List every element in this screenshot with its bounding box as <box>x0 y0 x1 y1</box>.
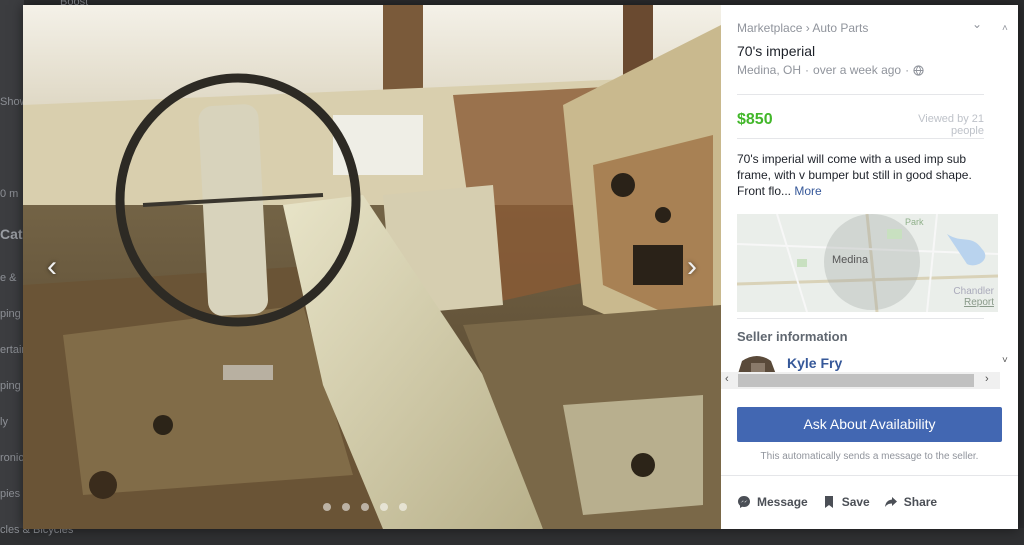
scroll-left-icon[interactable]: ‹ <box>725 373 729 385</box>
chevron-down-icon[interactable]: ⌄ <box>972 17 982 31</box>
divider <box>737 318 984 319</box>
background-text: ly <box>0 416 8 428</box>
background-text: ping <box>0 308 21 320</box>
photo-dot[interactable] <box>323 503 331 511</box>
next-photo-button[interactable]: › <box>677 250 707 284</box>
chevron-left-icon: ‹ <box>47 250 57 283</box>
meta-separator: · <box>905 63 910 77</box>
share-icon <box>884 497 897 507</box>
globe-icon <box>913 64 924 76</box>
bookmark-icon <box>824 496 833 508</box>
divider <box>721 475 1018 476</box>
photo-dot[interactable] <box>380 503 388 511</box>
more-link[interactable]: More <box>794 184 821 198</box>
background-bottom-strip: cles & Bicycles <box>0 524 1024 545</box>
map-report-link[interactable]: Report <box>964 297 994 308</box>
scroll-right-icon[interactable]: › <box>985 373 989 385</box>
scroll-down-icon[interactable]: ˅ <box>1002 355 1008 366</box>
action-bar: Message Save Share <box>737 495 937 509</box>
scroll-up-icon[interactable]: ˄ <box>1002 23 1008 34</box>
listing-time: over a week ago <box>813 63 902 77</box>
save-button[interactable]: Save <box>822 495 870 509</box>
photo-dot[interactable] <box>342 503 350 511</box>
messenger-icon <box>738 496 750 508</box>
background-text: ping <box>0 380 21 392</box>
background-text: Cat <box>0 226 23 242</box>
ask-availability-button[interactable]: Ask About Availability <box>737 407 1002 442</box>
photo-dot[interactable] <box>361 503 369 511</box>
background-text: 0 m <box>0 188 19 200</box>
breadcrumb[interactable]: Marketplace › Auto Parts <box>737 21 868 35</box>
location-map[interactable]: Medina Park Chandler Report <box>737 214 998 312</box>
car-interior-photo <box>23 5 721 529</box>
divider <box>737 94 984 95</box>
listing-location[interactable]: Medina, OH <box>737 63 801 77</box>
message-label: Message <box>757 495 808 509</box>
previous-photo-button[interactable]: ‹ <box>37 250 67 284</box>
scrollbar-thumb[interactable] <box>738 374 974 387</box>
listing-title: 70's imperial <box>737 43 816 59</box>
share-button[interactable]: Share <box>884 495 937 509</box>
vertical-scrollbar[interactable] <box>1000 43 1016 343</box>
meta-separator: · <box>805 63 810 77</box>
listing-meta: Medina, OH · over a week ago · <box>737 63 924 77</box>
description-text: 70's imperial will come with a used imp … <box>737 152 972 198</box>
background-text: pies <box>0 488 21 500</box>
save-label: Save <box>841 495 870 509</box>
view-count: Viewed by 21 people <box>918 113 984 137</box>
map-city-label: Medina <box>832 254 869 266</box>
listing-details-panel: Marketplace › Auto Parts ⌄ 70's imperial… <box>721 5 1018 529</box>
seller-name[interactable]: Kyle Fry <box>787 355 842 371</box>
listing-photo[interactable]: ‹ › <box>23 5 721 529</box>
divider <box>737 138 984 139</box>
listing-description: 70's imperial will come with a used imp … <box>737 151 982 199</box>
map-corner-city: Chandler <box>953 286 994 297</box>
details-scroll-area[interactable]: Marketplace › Auto Parts ⌄ 70's imperial… <box>721 5 1018 377</box>
seller-heading: Seller information <box>737 329 848 344</box>
background-left-column: Show 0 m Cat e & ping ertain ping ly ron… <box>0 0 28 545</box>
share-label: Share <box>903 495 938 509</box>
horizontal-scrollbar[interactable]: ‹ › <box>721 372 1000 389</box>
map-park-label: Park <box>905 217 924 227</box>
photo-pagination <box>323 503 407 511</box>
message-button[interactable]: Message <box>737 495 808 509</box>
chevron-right-icon: › <box>687 250 697 283</box>
background-text: ronic <box>0 452 24 464</box>
background-text: e & <box>0 272 17 284</box>
listing-price: $850 <box>737 111 773 128</box>
photo-dot[interactable] <box>399 503 407 511</box>
listing-modal: ‹ › Marketplace › Auto Parts ⌄ 70's impe… <box>23 5 1018 529</box>
cta-note: This automatically sends a message to th… <box>760 451 979 462</box>
